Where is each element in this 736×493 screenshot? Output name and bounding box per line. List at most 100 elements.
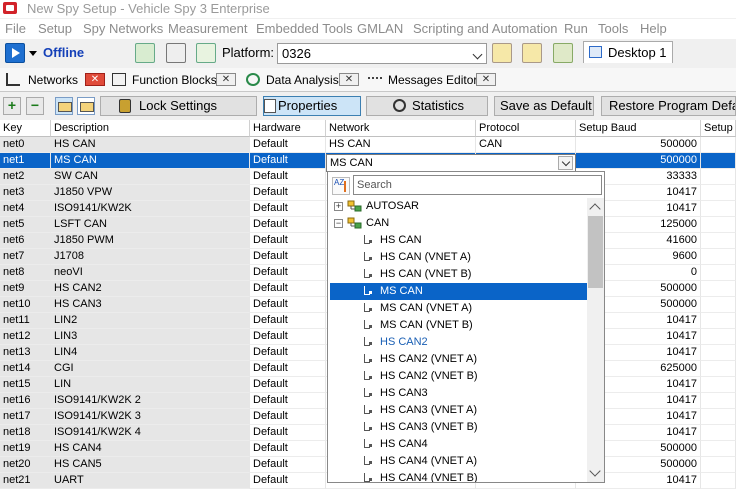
cell-key[interactable]: net14	[0, 361, 51, 377]
statistics-button[interactable]: Statistics	[366, 96, 488, 116]
cell-hardware[interactable]: Default	[250, 329, 326, 345]
cell-description[interactable]: LIN3	[51, 329, 250, 345]
cell-key[interactable]: net13	[0, 345, 51, 361]
cell-setup-b[interactable]	[701, 313, 736, 329]
cell-hardware[interactable]: Default	[250, 217, 326, 233]
run-dropdown-icon[interactable]	[28, 45, 38, 61]
menu-measurement[interactable]: Measurement	[168, 21, 247, 36]
cell-hardware[interactable]: Default	[250, 345, 326, 361]
database-icon[interactable]	[492, 43, 512, 63]
cell-description[interactable]: CGI	[51, 361, 250, 377]
cell-key[interactable]: net1	[0, 153, 51, 169]
cell-description[interactable]: HS CAN4	[51, 441, 250, 457]
cell-setup-b[interactable]	[701, 409, 736, 425]
cell-key[interactable]: net20	[0, 457, 51, 473]
cell-key[interactable]: net10	[0, 297, 51, 313]
tree-item[interactable]: HS CAN4 (VNET A)	[330, 453, 588, 470]
tree-item[interactable]: HS CAN2 (VNET B)	[330, 368, 588, 385]
menu-setup[interactable]: Setup	[38, 21, 72, 36]
column-header-setup-baud[interactable]: Setup Baud	[576, 120, 701, 137]
cell-key[interactable]: net2	[0, 169, 51, 185]
tree-item[interactable]: HS CAN	[330, 232, 588, 249]
column-header-description[interactable]: Description	[51, 120, 250, 137]
cell-hardware[interactable]: Default	[250, 441, 326, 457]
cell-key[interactable]: net17	[0, 409, 51, 425]
cell-setup-b[interactable]	[701, 217, 736, 233]
cell-key[interactable]: net9	[0, 281, 51, 297]
tree-scrollbar[interactable]	[587, 198, 604, 482]
cell-network[interactable]: HS CAN	[326, 137, 476, 153]
cell-setup-b[interactable]	[701, 249, 736, 265]
folder-icon[interactable]	[77, 97, 95, 115]
collapse-icon[interactable]: −	[334, 219, 343, 228]
cell-description[interactable]: LIN4	[51, 345, 250, 361]
menu-file[interactable]: File	[5, 21, 26, 36]
cell-description[interactable]: HS CAN3	[51, 297, 250, 313]
column-header-hardware[interactable]: Hardware	[250, 120, 326, 137]
cell-description[interactable]: HS CAN	[51, 137, 250, 153]
cell-description[interactable]: LSFT CAN	[51, 217, 250, 233]
cell-setup-b[interactable]	[701, 377, 736, 393]
cell-setup-b[interactable]	[701, 265, 736, 281]
table-row[interactable]: net0 HS CAN Default HS CAN CAN 500000	[0, 137, 736, 153]
close-icon[interactable]: ✕	[476, 73, 496, 86]
tree-item[interactable]: MS CAN (VNET B)	[330, 317, 588, 334]
tree-item[interactable]: MS CAN	[330, 283, 588, 300]
tree-item[interactable]: HS CAN (VNET A)	[330, 249, 588, 266]
cell-setup-b[interactable]	[701, 345, 736, 361]
cell-key[interactable]: net7	[0, 249, 51, 265]
cell-hardware[interactable]: Default	[250, 457, 326, 473]
cell-hardware[interactable]: Default	[250, 169, 326, 185]
cell-hardware[interactable]: Default	[250, 393, 326, 409]
cell-description[interactable]: LIN2	[51, 313, 250, 329]
cell-description[interactable]: J1850 PWM	[51, 233, 250, 249]
cell-hardware[interactable]: Default	[250, 265, 326, 281]
scroll-thumb[interactable]	[588, 216, 603, 288]
cell-hardware[interactable]: Default	[250, 409, 326, 425]
properties-button[interactable]: Properties	[263, 96, 361, 116]
wrench-icon[interactable]	[553, 43, 573, 63]
cell-key[interactable]: net5	[0, 217, 51, 233]
cell-key[interactable]: net21	[0, 473, 51, 489]
cell-key[interactable]: net12	[0, 329, 51, 345]
cell-hardware[interactable]: Default	[250, 185, 326, 201]
tree-item[interactable]: HS CAN2 (VNET A)	[330, 351, 588, 368]
column-header-protocol[interactable]: Protocol	[476, 120, 576, 137]
tree-item[interactable]: HS CAN3	[330, 385, 588, 402]
cell-key[interactable]: net3	[0, 185, 51, 201]
cell-description[interactable]: UART	[51, 473, 250, 489]
cell-setup-b[interactable]	[701, 393, 736, 409]
menu-tools[interactable]: Tools	[598, 21, 628, 36]
expand-icon[interactable]: +	[334, 202, 343, 211]
cell-key[interactable]: net11	[0, 313, 51, 329]
tree-item[interactable]: MS CAN (VNET A)	[330, 300, 588, 317]
menu-gmlan[interactable]: GMLAN	[357, 21, 403, 36]
cell-hardware[interactable]: Default	[250, 313, 326, 329]
menu-spy-networks[interactable]: Spy Networks	[83, 21, 163, 36]
column-header-network[interactable]: Network	[326, 120, 476, 137]
save-icon[interactable]	[166, 43, 186, 63]
network-combo[interactable]: MS CAN	[326, 154, 576, 172]
scroll-down-icon[interactable]	[589, 465, 601, 477]
add-network-button[interactable]: +	[3, 97, 21, 115]
tab-function-blocks[interactable]: Function Blocks ✕	[112, 71, 238, 89]
chevron-down-icon[interactable]	[558, 156, 573, 170]
menu-run[interactable]: Run	[564, 21, 588, 36]
cell-setup-b[interactable]	[701, 329, 736, 345]
cell-hardware[interactable]: Default	[250, 473, 326, 489]
remove-network-button[interactable]: −	[26, 97, 44, 115]
tab-networks[interactable]: Networks ✕	[6, 71, 106, 89]
cell-description[interactable]: ISO9141/KW2K 2	[51, 393, 250, 409]
cell-setup-b[interactable]	[701, 457, 736, 473]
cell-description[interactable]: J1850 VPW	[51, 185, 250, 201]
cell-hardware[interactable]: Default	[250, 377, 326, 393]
cell-description[interactable]: HS CAN5	[51, 457, 250, 473]
cell-setup-b[interactable]	[701, 169, 736, 185]
cell-setup-b[interactable]	[701, 441, 736, 457]
menu-embedded-tools[interactable]: Embedded Tools	[256, 21, 353, 36]
cell-description[interactable]: J1708	[51, 249, 250, 265]
tree-folder[interactable]: − CAN	[330, 215, 588, 232]
platform-select[interactable]: 0326	[277, 43, 487, 64]
tree-item[interactable]: HS CAN4	[330, 436, 588, 453]
tree-item[interactable]: HS CAN2	[330, 334, 588, 351]
